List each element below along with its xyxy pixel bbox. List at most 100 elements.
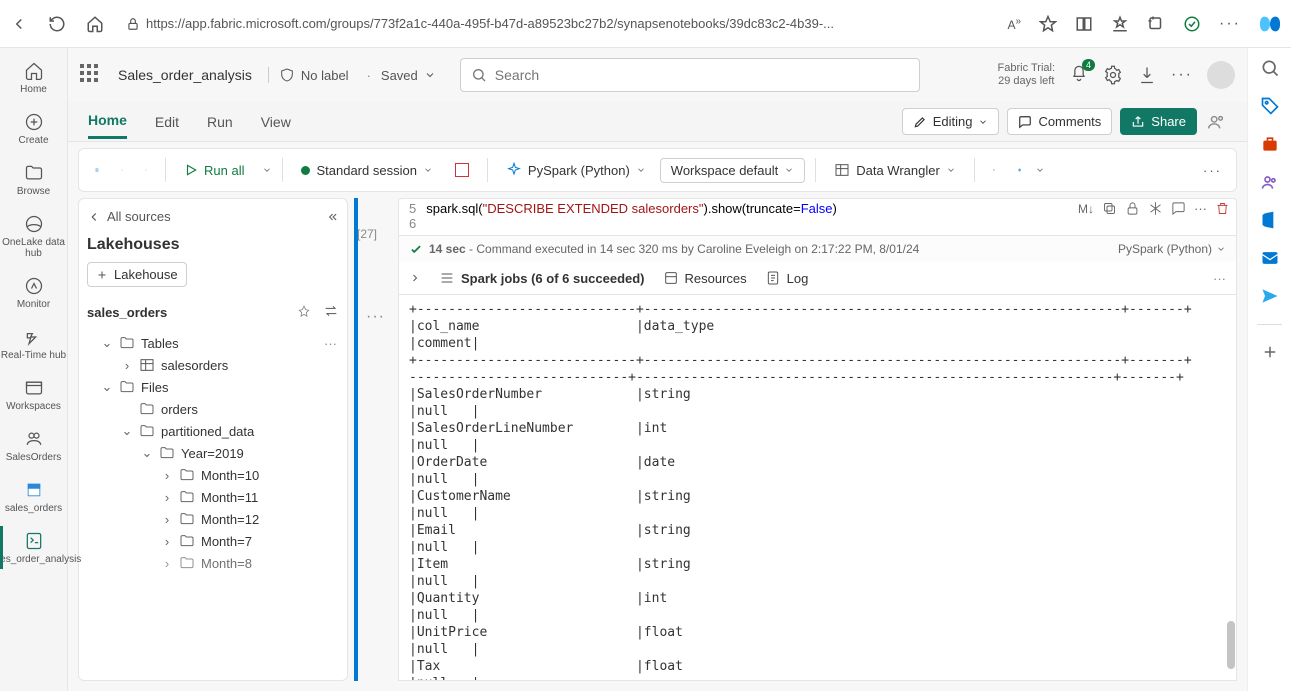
tab-run[interactable]: Run: [207, 106, 233, 138]
app-header: Sales_order_analysis No label Saved Fabr…: [68, 48, 1247, 102]
lock-icon[interactable]: [1125, 201, 1140, 216]
edge-office-icon[interactable]: [1260, 210, 1280, 230]
tree-folder-month[interactable]: ›Month=12: [87, 508, 339, 530]
toolbar-more-icon[interactable]: ···: [1203, 163, 1228, 178]
tree-folder-orders[interactable]: orders: [87, 398, 339, 420]
refresh-icon[interactable]: [48, 15, 66, 33]
edge-toolbox-icon[interactable]: [1260, 134, 1280, 154]
tree-folder-month[interactable]: ›Month=8: [87, 552, 339, 574]
toolbar-settings-icon[interactable]: [137, 161, 155, 179]
comment-cell-icon[interactable]: [1171, 201, 1186, 216]
log-link[interactable]: Log: [765, 270, 809, 286]
add-lakehouse-button[interactable]: Lakehouse: [87, 262, 187, 287]
edge-people-icon[interactable]: [1260, 172, 1280, 192]
download-icon[interactable]: [1137, 65, 1157, 85]
rail-workspaces[interactable]: Workspaces: [0, 371, 67, 418]
code-cell[interactable]: [27] 56 spark.sql("DESCRIBE EXTENDED sal…: [398, 198, 1237, 236]
tree-table-salesorders[interactable]: ›salesorders: [87, 354, 339, 376]
tab-home[interactable]: Home: [88, 104, 127, 139]
scrollbar[interactable]: [1225, 198, 1235, 681]
split-icon[interactable]: [1075, 15, 1093, 33]
url-text[interactable]: https://app.fabric.microsoft.com/groups/…: [146, 16, 985, 31]
sensitivity-label[interactable]: No label: [268, 67, 349, 83]
search-input[interactable]: [495, 67, 909, 83]
saved-indicator[interactable]: Saved: [367, 68, 436, 83]
edge-send-icon[interactable]: [1260, 286, 1280, 306]
cell-drag-icon[interactable]: ···: [366, 308, 385, 326]
shield-icon: [279, 67, 295, 83]
save-icon[interactable]: [87, 160, 107, 180]
tree-tables[interactable]: ⌄Tables···: [87, 332, 339, 354]
rail-salesorders-ws[interactable]: SalesOrders: [0, 422, 67, 469]
user-avatar[interactable]: [1207, 61, 1235, 89]
edge-search-icon[interactable]: [1260, 58, 1280, 78]
trial-indicator[interactable]: Fabric Trial:29 days left: [998, 62, 1055, 88]
tab-edit[interactable]: Edit: [155, 106, 179, 138]
settings-icon[interactable]: [1103, 65, 1123, 85]
collections-icon[interactable]: [1147, 15, 1165, 33]
session-button[interactable]: Standard session: [293, 159, 440, 182]
back-icon[interactable]: [10, 15, 28, 33]
vscode-icon[interactable]: [1009, 160, 1029, 180]
play-icon: [184, 163, 198, 177]
language-selector[interactable]: PySpark (Python): [498, 158, 654, 182]
tree-files[interactable]: ⌄Files: [87, 376, 339, 398]
rail-notebook[interactable]: Sales_order_analysis: [0, 524, 67, 571]
chevron-down-icon[interactable]: [1035, 165, 1045, 175]
presence-icon[interactable]: [1205, 111, 1227, 133]
cell-lang-selector[interactable]: PySpark (Python): [1118, 242, 1226, 256]
toolbar-download-icon[interactable]: [113, 161, 131, 179]
freeze-icon[interactable]: [1148, 201, 1163, 216]
notebook-title[interactable]: Sales_order_analysis: [118, 67, 252, 83]
collapse-panel-icon[interactable]: [325, 210, 339, 224]
run-all-button[interactable]: Run all: [176, 159, 252, 182]
rail-sales-orders-lh[interactable]: sales_orders: [0, 473, 67, 520]
tree-folder-month[interactable]: ›Month=10: [87, 464, 339, 486]
copy-icon[interactable]: [1102, 201, 1117, 216]
home-icon[interactable]: [86, 15, 104, 33]
rail-monitor[interactable]: Monitor: [0, 269, 67, 316]
all-sources-link[interactable]: All sources: [87, 209, 171, 224]
markdown-toggle-icon[interactable]: M↓: [1078, 202, 1094, 216]
rail-create[interactable]: Create: [0, 105, 67, 152]
header-more-icon[interactable]: ···: [1171, 66, 1193, 84]
resources-link[interactable]: Resources: [663, 270, 747, 286]
more-icon[interactable]: ···: [324, 336, 337, 351]
rail-home[interactable]: Home: [0, 54, 67, 101]
tree-folder-partitioned[interactable]: ⌄partitioned_data: [87, 420, 339, 442]
environment-selector[interactable]: Workspace default: [660, 158, 805, 183]
copilot-icon[interactable]: [1259, 13, 1281, 35]
swap-icon[interactable]: [323, 303, 339, 319]
editing-mode-button[interactable]: Editing: [902, 108, 1000, 135]
extension-icon[interactable]: [1183, 15, 1201, 33]
notifications-button[interactable]: 4: [1069, 63, 1089, 88]
chevron-right-icon[interactable]: [409, 272, 421, 284]
favorite-icon[interactable]: [1039, 15, 1057, 33]
favorites-bar-icon[interactable]: [1111, 15, 1129, 33]
edge-outlook-icon[interactable]: [1260, 248, 1280, 268]
source-name[interactable]: sales_orders: [87, 305, 167, 320]
global-search[interactable]: [460, 58, 920, 92]
comments-button[interactable]: Comments: [1007, 108, 1112, 135]
browser-more-icon[interactable]: ···: [1219, 15, 1241, 33]
pin-icon[interactable]: [297, 305, 311, 319]
app-launcher-icon[interactable]: [80, 64, 102, 86]
spark-jobs-link[interactable]: Spark jobs (6 of 6 succeeded): [439, 270, 645, 286]
rail-browse[interactable]: Browse: [0, 156, 67, 203]
tree-folder-month[interactable]: ›Month=11: [87, 486, 339, 508]
edge-tag-icon[interactable]: [1260, 96, 1280, 116]
tree-folder-month[interactable]: ›Month=7: [87, 530, 339, 552]
share-icon: [1131, 115, 1145, 129]
share-button[interactable]: Share: [1120, 108, 1197, 135]
tab-view[interactable]: View: [261, 106, 291, 138]
rail-realtime[interactable]: Real-Time hub: [0, 320, 67, 367]
edge-add-icon[interactable]: [1261, 343, 1279, 361]
reader-icon[interactable]: A»: [1007, 16, 1021, 32]
layout-icon[interactable]: [985, 161, 1003, 179]
chevron-down-icon[interactable]: [262, 165, 272, 175]
stop-button[interactable]: [447, 159, 477, 181]
rail-onelake[interactable]: OneLake data hub: [0, 207, 67, 265]
data-wrangler-button[interactable]: Data Wrangler: [826, 158, 964, 182]
tree-folder-year[interactable]: ⌄Year=2019: [87, 442, 339, 464]
cell-more-icon[interactable]: ···: [1194, 201, 1207, 216]
